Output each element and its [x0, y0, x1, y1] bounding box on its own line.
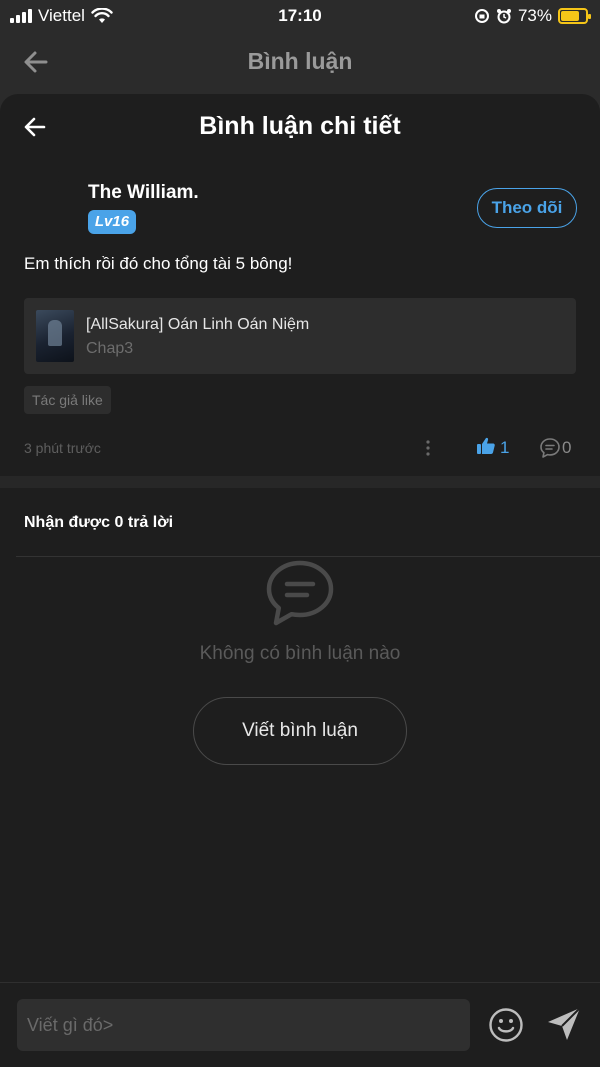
more-options-icon[interactable]: [424, 438, 432, 458]
avatar[interactable]: [24, 180, 76, 232]
comment-input[interactable]: [17, 999, 470, 1051]
empty-comment-icon: [266, 560, 334, 626]
send-icon[interactable]: [545, 1005, 583, 1043]
section-divider: [0, 476, 600, 488]
divider-line: [16, 556, 600, 557]
background-header: Bình luận: [0, 32, 600, 94]
comment-bubble-icon[interactable]: [539, 437, 561, 459]
thumbs-up-icon[interactable]: [476, 436, 496, 456]
comment-detail-sheet: Bình luận chi tiết The William. Lv16 The…: [0, 94, 600, 1067]
comment-composer: [0, 982, 600, 1067]
background-page-title: Bình luận: [247, 48, 353, 74]
status-right: 73%: [474, 6, 591, 26]
battery-percent: 73%: [517, 6, 552, 25]
empty-state-text: Không có bình luận nào: [199, 643, 401, 664]
sheet-title: Bình luận chi tiết: [199, 112, 401, 140]
status-bar: Viettel 17:10 73%: [0, 0, 600, 32]
user-name[interactable]: The William.: [88, 182, 199, 204]
author-like-tag: Tác giả like: [24, 386, 111, 414]
emoji-icon[interactable]: [488, 1007, 524, 1043]
story-cover-image: [36, 310, 74, 362]
write-comment-button[interactable]: Viết bình luận: [193, 697, 407, 765]
comment-text: Em thích rồi đó cho tổng tài 5 bông!: [24, 254, 293, 273]
level-badge: Lv16: [88, 210, 136, 234]
sheet-header: Bình luận chi tiết: [0, 94, 600, 160]
replies-heading: Nhận được 0 trả lời: [24, 514, 174, 531]
story-chapter: Chap3: [86, 340, 134, 357]
like-count: 1: [500, 438, 510, 457]
comment-timestamp: 3 phút trước: [24, 440, 101, 456]
story-title: [AllSakura] Oán Linh Oán Niệm: [86, 316, 310, 333]
follow-button[interactable]: Theo dõi: [477, 188, 577, 228]
battery-icon: [558, 8, 591, 24]
alarm-icon: [496, 9, 511, 24]
reply-count: 0: [562, 438, 572, 457]
rotation-lock-icon: [474, 9, 489, 23]
story-card[interactable]: [AllSakura] Oán Linh Oán Niệm Chap3: [24, 298, 576, 374]
